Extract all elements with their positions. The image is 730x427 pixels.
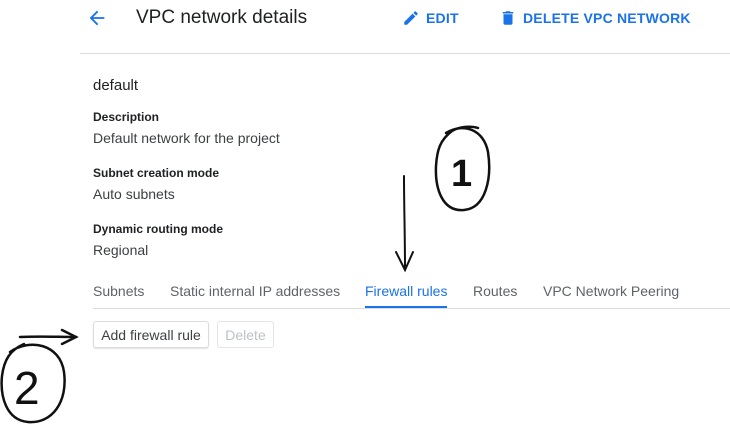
description-label: Description [93,110,160,124]
tab-vpc-network-peering[interactable]: VPC Network Peering [543,282,679,300]
tabs-divider [93,308,730,309]
network-name: default [93,77,139,94]
arrow-back-icon [89,10,105,26]
tab-static-internal-ip-addresses[interactable]: Static internal IP addresses [170,282,340,300]
header-divider [80,53,730,54]
step-two-number: 2 [14,362,40,414]
dynamic-routing-mode-value: Regional [93,242,149,258]
subnet-creation-mode-label: Subnet creation mode [93,166,220,180]
trash-icon [499,9,517,27]
tab-bar: Subnets Static internal IP addresses Fir… [80,274,730,309]
step-one-number: 1 [451,153,472,195]
delete-vpc-network-button[interactable]: DELETE VPC NETWORK [499,6,691,30]
page-header: VPC network details EDIT DELETE VPC NETW… [0,0,730,54]
down-arrow-annotation [395,175,414,273]
circled-step-two-annotation [0,342,66,424]
pencil-icon [402,9,420,27]
back-button[interactable] [84,4,110,32]
handwritten-annotations: 1 2 [0,125,491,424]
edit-label: EDIT [426,10,459,26]
subnet-creation-mode-value: Auto subnets [93,186,175,202]
delete-vpc-label: DELETE VPC NETWORK [523,10,691,26]
page-title: VPC network details [136,7,308,28]
tab-firewall-rules[interactable]: Firewall rules [365,282,447,300]
right-arrow-annotation [18,328,79,346]
description-value: Default network for the project [93,130,280,146]
edit-button[interactable]: EDIT [402,6,459,30]
dynamic-routing-mode-label: Dynamic routing mode [93,222,224,236]
delete-button[interactable]: Delete [217,321,274,348]
tab-subnets[interactable]: Subnets [93,282,144,300]
tab-routes[interactable]: Routes [473,282,517,300]
circled-step-one-annotation [434,125,491,212]
add-firewall-rule-button[interactable]: Add firewall rule [93,321,209,348]
